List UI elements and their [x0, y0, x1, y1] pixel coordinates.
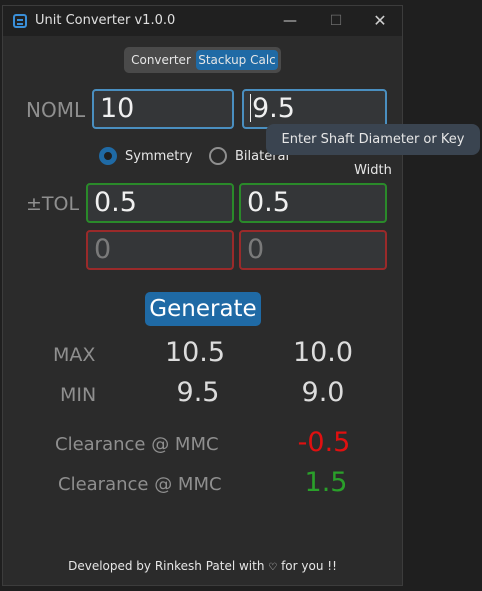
- clearance-label-2: Clearance @ MMC: [58, 474, 222, 495]
- plus-tol-input-2[interactable]: 0.5: [239, 183, 387, 223]
- mode-tab-selector: Converter Stackup Calc: [124, 47, 281, 73]
- bilateral-radio[interactable]: [209, 147, 227, 165]
- noml-input-1[interactable]: 10: [92, 89, 234, 129]
- min-value-1: 9.5: [176, 377, 220, 408]
- symmetry-radio[interactable]: [99, 147, 117, 165]
- max-value-2: 10.0: [292, 337, 354, 368]
- shaft-input-tooltip: Enter Shaft Diameter or Key Width: [266, 124, 480, 178]
- app-window: Unit Converter v1.0.0 — ☐ ✕ Converter St…: [2, 5, 403, 586]
- min-label: MIN: [60, 384, 97, 406]
- clearance-value-2: 1.5: [304, 467, 348, 498]
- tol-label: ±TOL: [26, 193, 80, 215]
- minimize-button[interactable]: —: [267, 6, 313, 36]
- tab-converter[interactable]: Converter: [127, 50, 195, 70]
- max-value-1: 10.5: [164, 337, 226, 368]
- generate-button[interactable]: Generate: [145, 292, 261, 326]
- symmetry-label: Symmetry: [125, 149, 193, 164]
- min-value-2: 9.0: [301, 377, 345, 408]
- noml-label: NOML: [26, 98, 86, 122]
- noml-input-2-value: 9.5: [252, 93, 295, 124]
- clearance-value-1: -0.5: [297, 427, 351, 458]
- clearance-label-1: Clearance @ MMC: [55, 434, 219, 455]
- title-bar[interactable]: Unit Converter v1.0.0 — ☐ ✕: [3, 6, 402, 36]
- plus-tol-input-1[interactable]: 0.5: [86, 183, 234, 223]
- heart-icon: ♡: [268, 562, 278, 573]
- footer-text-before: Developed by Rinkesh Patel with: [68, 559, 265, 573]
- app-icon: [13, 14, 27, 28]
- noml-input-2[interactable]: 9.5: [242, 89, 387, 129]
- max-label: MAX: [53, 344, 96, 366]
- maximize-button[interactable]: ☐: [313, 6, 359, 36]
- text-caret: [250, 93, 251, 122]
- window-title: Unit Converter v1.0.0: [35, 13, 176, 28]
- tab-stackup-calc[interactable]: Stackup Calc: [196, 50, 278, 70]
- footer-text-after: for you !!: [281, 559, 337, 573]
- noml-input-1-value: 10: [100, 93, 135, 124]
- minus-tol-input-1[interactable]: 0: [86, 230, 234, 270]
- close-button[interactable]: ✕: [357, 6, 403, 36]
- minus-tol-input-2[interactable]: 0: [239, 230, 387, 270]
- footer-credit: Developed by Rinkesh Patel with ♡ for yo…: [3, 559, 402, 573]
